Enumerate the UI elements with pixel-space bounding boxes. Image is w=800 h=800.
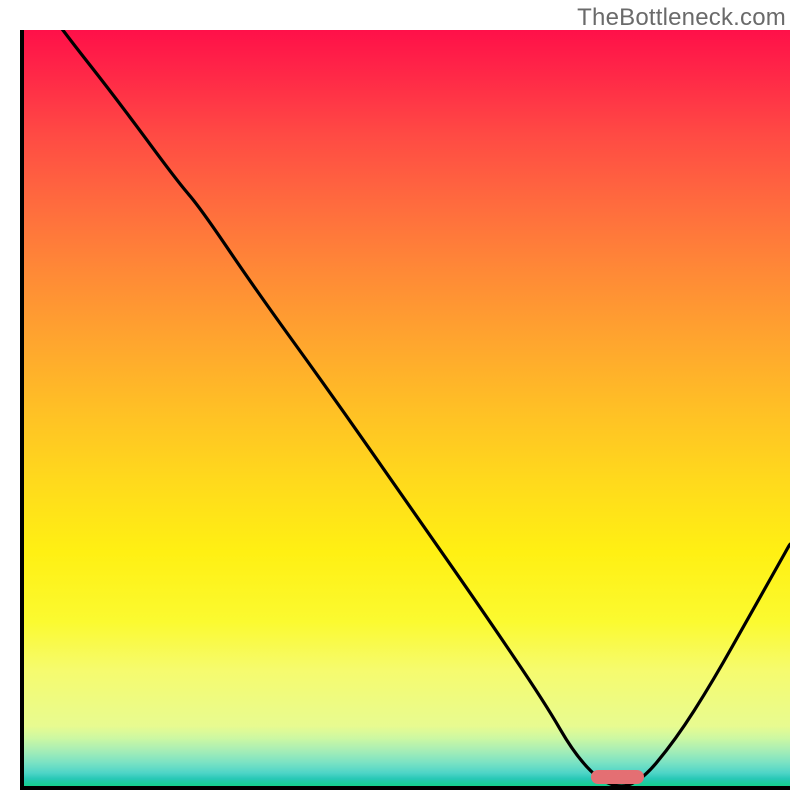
optimal-range-marker [591, 770, 645, 784]
bottleneck-curve-path [24, 30, 790, 786]
chart-axes [20, 30, 790, 790]
watermark-text: TheBottleneck.com [577, 4, 786, 32]
chart-plot-area [24, 30, 790, 786]
chart-curve-layer [24, 30, 790, 786]
